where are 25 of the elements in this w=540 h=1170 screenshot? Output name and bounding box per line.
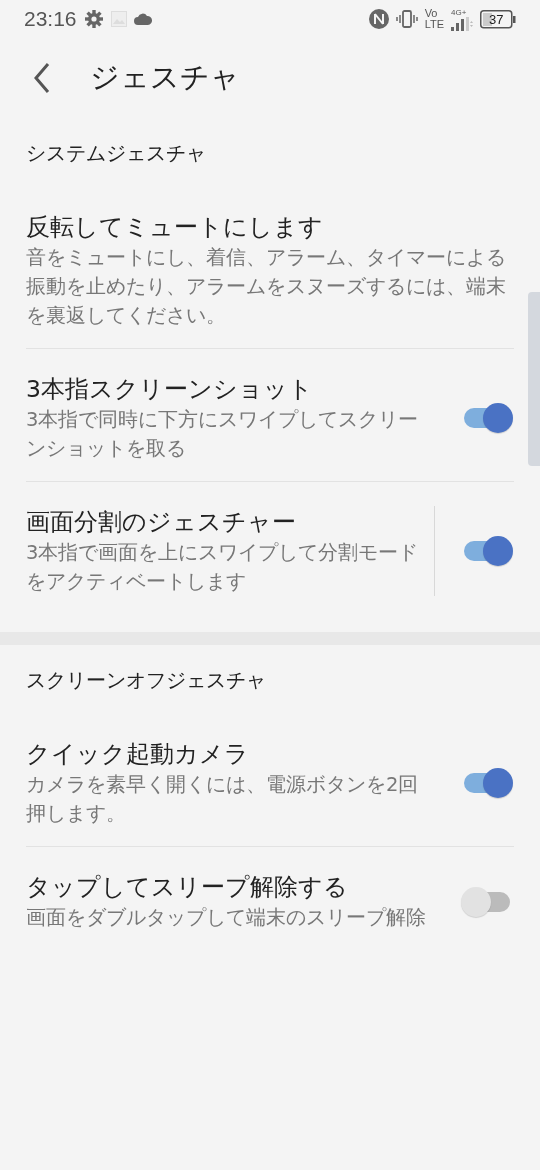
setting-title[interactable]: 3本指スクリーンショット [26,373,426,405]
setting-summary: カメラを素早く開くには、電源ボタンを2回押します。 [26,772,420,827]
setting-title[interactable]: クイック起動カメラ [26,738,426,770]
section-header: システムジェスチャ [26,140,207,167]
page-title: ジェスチャ [90,59,240,96]
vibrate-icon [395,10,418,28]
signal-icon [451,16,473,31]
volte-label: LTE [424,19,444,30]
section-header: スクリーンオフジェスチャ [26,667,267,694]
battery-icon [480,9,516,29]
setting-summary: 画面をダブルタップして端末のスリープ解除 [26,905,426,931]
battery-level: 37 [489,11,504,27]
settings-icon [83,9,104,29]
scroll-handle[interactable] [528,292,540,466]
volte-label: Vo [424,8,439,19]
setting-summary: 音をミュートにし、着信、アラーム、タイマーによる振動を止めたり、アラームをスヌーズするには、端末を裏返してください。 [26,245,507,329]
setting-title[interactable]: タップしてスリープ解除する [26,871,426,903]
setting-summary: 3本指で同時に下方にスワイプしてスクリーンショットを取る [26,407,420,462]
setting-title[interactable]: 画面分割のジェスチャー [26,506,426,538]
network-type: 4G+ [451,7,467,17]
clock-time: 23:16 [24,7,77,31]
setting-summary: 3本指で画面を上にスワイプして分割モードをアクティベートします [26,540,420,595]
cloud-icon [133,13,152,25]
setting-title[interactable]: 反転してミュートにします [26,211,514,243]
nfc-icon [368,9,389,29]
